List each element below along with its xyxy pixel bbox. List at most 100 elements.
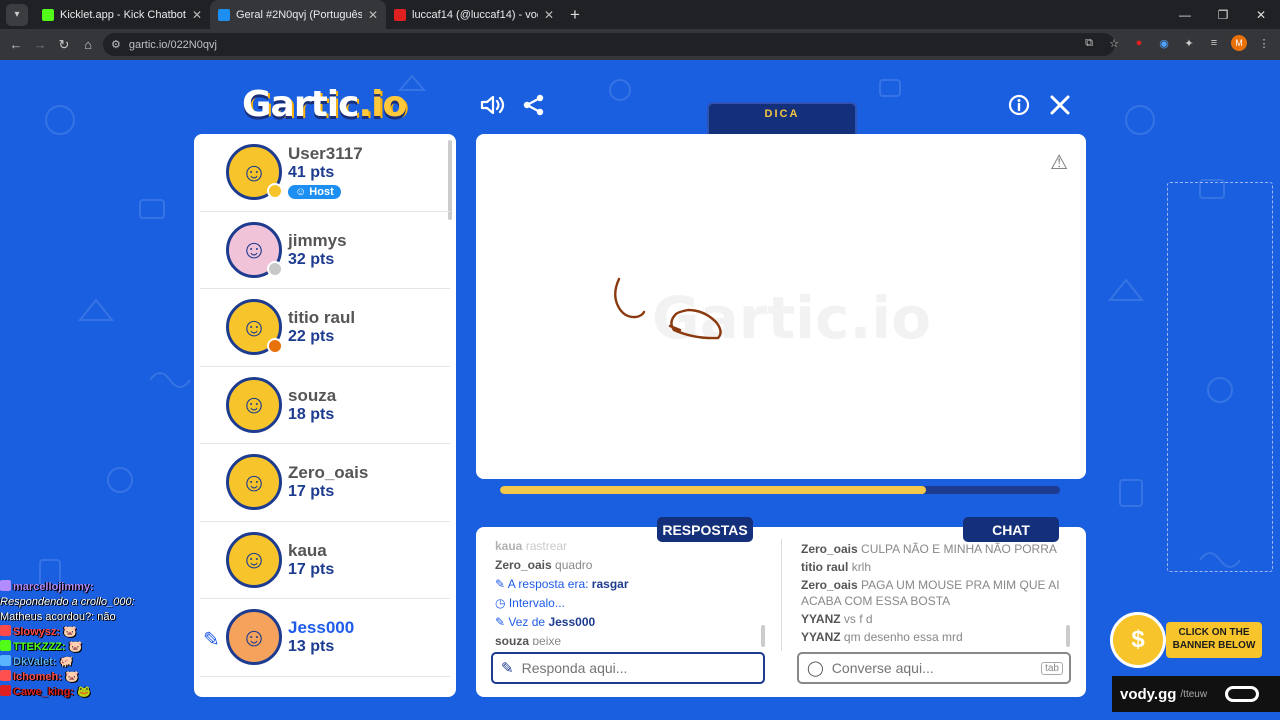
- info-icon[interactable]: [1004, 90, 1034, 120]
- close-icon[interactable]: [1045, 90, 1075, 120]
- answer-input-box[interactable]: ✎: [491, 652, 765, 684]
- player-row[interactable]: ☺ jimmys 32 pts: [200, 212, 450, 289]
- player-points: 41 pts: [288, 164, 335, 182]
- answer-line: kaua rastrear: [495, 539, 568, 553]
- stream-chat-line: Cawe_king: 🐸: [0, 685, 200, 700]
- stream-chat-line: Ichomeh: 🐷: [0, 670, 200, 685]
- player-name: titio raul: [288, 308, 356, 328]
- close-window-button[interactable]: ✕: [1242, 0, 1280, 29]
- chat-title: CHAT: [963, 517, 1059, 542]
- click-banner-ad[interactable]: $ CLICK ON THE BANNER BELOW: [1110, 612, 1262, 668]
- tab-close-icon[interactable]: ✕: [544, 8, 554, 22]
- host-smile-icon: ☺: [295, 186, 310, 199]
- chat-input[interactable]: [831, 660, 1034, 676]
- player-avatar: ☺: [226, 144, 283, 201]
- players-list: ☺ User3117 41 pts ☺ Host ☺ jimmys 32 pts ☺ titio…: [194, 134, 456, 697]
- audio-extension-icon[interactable]: ◉: [1156, 35, 1172, 51]
- player-info: titio raul 22 pts: [288, 308, 355, 346]
- player-name: souza: [288, 385, 337, 405]
- address-bar[interactable]: ⚙ gartic.io/022N0qvj: [103, 33, 1115, 56]
- browser-tab[interactable]: luccaf14 (@luccaf14) - vody.gg ✕: [386, 0, 562, 29]
- player-points: 17 pts: [288, 483, 335, 501]
- avatar-face-icon: ☺: [240, 234, 268, 265]
- bookmark-star-icon[interactable]: ☆: [1106, 35, 1122, 51]
- tab-title: luccaf14 (@luccaf14) - vody.gg: [412, 8, 538, 21]
- stream-chat-overlay: marcellojimmy: Respondendo a crollo_000:…: [0, 580, 200, 700]
- tab-favicon-icon: [218, 8, 230, 21]
- player-status-dot: [267, 338, 283, 355]
- tab-close-icon[interactable]: ✕: [192, 8, 202, 22]
- answers-scrollbar[interactable]: [761, 625, 765, 647]
- round-timer-bar: [500, 486, 1060, 494]
- tab-close-icon[interactable]: ✕: [368, 8, 378, 22]
- profile-avatar[interactable]: M: [1231, 35, 1247, 51]
- player-points: 32 pts: [288, 250, 335, 268]
- player-row[interactable]: ☺ titio raul 22 pts: [200, 289, 450, 367]
- answer-line: ✎ A resposta era: rasgar: [495, 577, 629, 591]
- reading-list-icon[interactable]: ≡: [1206, 35, 1222, 51]
- ad-banner-frame[interactable]: [1167, 182, 1273, 572]
- tab-favicon-icon: [42, 8, 54, 21]
- tab-search-button[interactable]: ▾: [6, 3, 28, 26]
- player-info: Jess000 13 pts: [288, 618, 354, 656]
- browser-tab[interactable]: Kicklet.app - Kick Chatbot a ✕: [34, 0, 210, 29]
- sound-icon[interactable]: [478, 90, 508, 120]
- back-button[interactable]: ←: [4, 37, 28, 52]
- ad-coin-icon: $: [1110, 612, 1166, 668]
- user-badge-icon: [0, 685, 11, 696]
- browser-tab[interactable]: Geral #2N0qvj (Português) - Ga ✕: [210, 0, 386, 29]
- answer-line: Zero_oais quadro: [495, 558, 593, 572]
- player-avatar: ☺: [226, 609, 282, 666]
- player-info: User3117 41 pts ☺ Host: [288, 144, 363, 200]
- player-avatar: ☺: [226, 531, 282, 588]
- browser-menu-icon[interactable]: ⋮: [1256, 35, 1272, 51]
- chat-scrollbar[interactable]: [1066, 625, 1070, 647]
- site-info-icon[interactable]: ⚙: [111, 38, 121, 51]
- record-extension-icon[interactable]: ●: [1131, 35, 1147, 51]
- gartic-logo[interactable]: Gartic.io: [242, 84, 407, 125]
- extension-icons: ⧉ ☆ ● ◉ ✦ ≡ M ⋮: [1081, 35, 1272, 51]
- player-row[interactable]: ☺ souza 18 pts: [200, 367, 450, 444]
- minimize-button[interactable]: —: [1166, 0, 1204, 29]
- avatar-face-icon: ☺: [240, 389, 268, 420]
- new-tab-button[interactable]: +: [570, 5, 580, 25]
- restore-button[interactable]: ❐: [1204, 0, 1242, 29]
- install-app-icon[interactable]: ⧉: [1081, 35, 1097, 51]
- tab-favicon-icon: [394, 8, 406, 21]
- player-row[interactable]: ☺ Zero_oais 17 pts: [200, 444, 450, 522]
- player-row[interactable]: ☺ User3117 41 pts ☺ Host: [200, 134, 450, 212]
- chat-input-box[interactable]: ◯ tab: [797, 652, 1071, 684]
- browser-toolbar: ← → ↻ ⌂ ⚙ gartic.io/022N0qvj ⧉ ☆ ● ◉ ✦ ≡…: [0, 29, 1280, 60]
- home-button[interactable]: ⌂: [76, 37, 100, 52]
- player-row[interactable]: ✎ ☺ Jess000 13 pts: [200, 599, 450, 677]
- avatar-face-icon: ☺: [240, 156, 268, 187]
- tab-key-hint: tab: [1041, 661, 1063, 675]
- chat-log: Zero_oais CULPA NÃO E MINHA NÃO PORRA tit…: [801, 541, 1071, 651]
- share-icon[interactable]: [519, 90, 549, 120]
- answers-chat-panel: RESPOSTAS CHAT kaua rastrear Zero_oais qu…: [476, 517, 1086, 697]
- player-name: User3117: [288, 144, 363, 164]
- host-badge: ☺ Host: [288, 185, 341, 200]
- extensions-puzzle-icon[interactable]: ✦: [1181, 35, 1197, 51]
- vody-overlay: vody.gg /tteuw: [1112, 676, 1280, 712]
- stream-chat-line: DkValet: 🐖: [0, 655, 200, 670]
- user-badge-icon: [0, 655, 11, 666]
- player-points: 22 pts: [288, 328, 335, 346]
- player-avatar: ☺: [226, 299, 283, 356]
- chat-line: Zero_oais CULPA NÃO E MINHA NÃO PORRA: [801, 542, 1057, 556]
- avatar-face-icon: ☺: [240, 466, 268, 497]
- player-name: Jess000: [288, 618, 355, 638]
- chat-line: titio raul krlh: [801, 560, 872, 574]
- url-text: gartic.io/022N0qvj: [128, 38, 217, 51]
- forward-button[interactable]: →: [28, 37, 52, 52]
- system-icon: ✎: [495, 615, 506, 629]
- stream-chat-line: Slowysz: 🐷: [0, 625, 200, 640]
- player-row[interactable]: ☺ kaua 17 pts: [200, 522, 450, 599]
- tab-title: Kicklet.app - Kick Chatbot a: [60, 8, 186, 21]
- window-controls: — ❐ ✕: [1166, 0, 1280, 29]
- player-info: souza 18 pts: [288, 386, 336, 424]
- reload-button[interactable]: ↻: [52, 37, 76, 53]
- answer-input[interactable]: [521, 660, 763, 676]
- drawing-strokes: [614, 277, 722, 340]
- drawing-canvas[interactable]: ⚠ Gartic.io: [476, 134, 1086, 479]
